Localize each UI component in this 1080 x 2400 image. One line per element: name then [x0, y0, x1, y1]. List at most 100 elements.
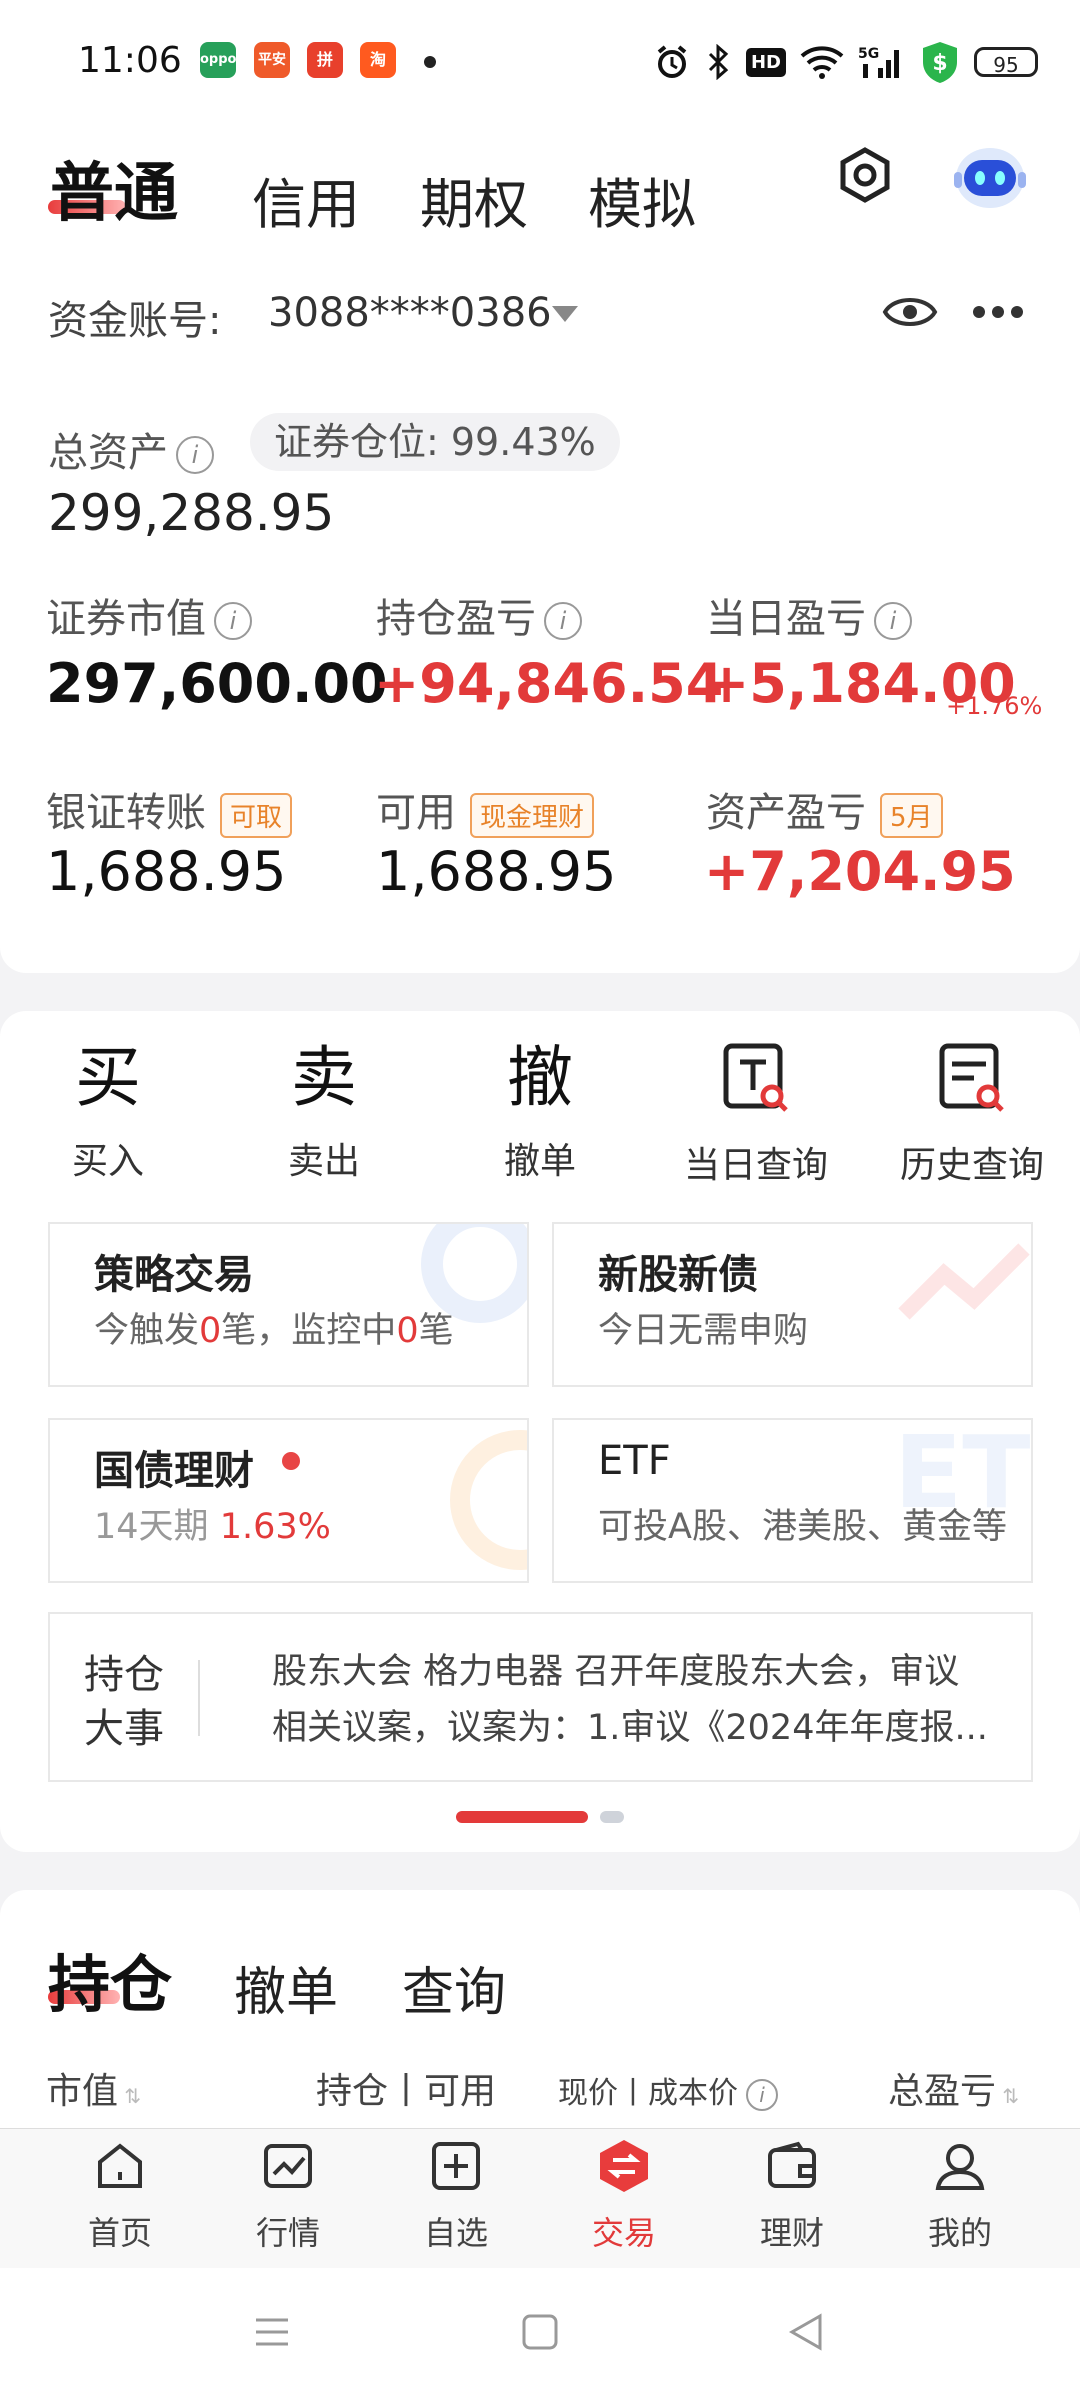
signal-icon: 5G [858, 46, 899, 78]
taobao-app-icon: 淘 [360, 42, 396, 78]
cancel-order-button[interactable]: 撤 撤单 [450, 1038, 630, 1184]
market-value: 297,600.00 [46, 652, 388, 715]
tab-simulation[interactable]: 模拟 [588, 160, 696, 239]
account-number[interactable]: 3088****0386 [268, 290, 552, 336]
treasury-title: 国债理财 [94, 1448, 254, 1494]
nav-home[interactable]: 首页 [50, 2138, 190, 2254]
alarm-icon [657, 45, 687, 78]
hd-icon: HD [745, 47, 786, 77]
strategy-subtitle: 今触发0笔，监控中0笔 [94, 1311, 454, 1351]
price-column-header: 现价丨成本价 i [558, 2068, 778, 2112]
holding-pl-label-row: 持仓盈亏 i [376, 586, 582, 644]
sell-button[interactable]: 卖 卖出 [234, 1038, 414, 1184]
status-bar: 11:06 oppo 平安 拼 淘 HD 5G $ 95 [0, 0, 1080, 120]
available-value: 1,688.95 [376, 840, 617, 903]
market-value-column-header[interactable]: 市值 ⇅ [46, 2062, 141, 2114]
sell-icon: 卖 [291, 1039, 357, 1116]
info-icon[interactable]: i [176, 436, 214, 474]
pinduoduo-app-icon: 拼 [307, 42, 343, 78]
holding-pl-value: +94,846.54 [374, 652, 724, 715]
market-value-label: 证券市值 [46, 596, 206, 642]
event-text: 股东大会 格力电器 召开年度股东大会，审议 相关议案，议案为：1.审议《2024年… [272, 1652, 988, 1748]
market-value-label-row: 证券市值 i [46, 586, 252, 644]
svg-text:5G: 5G [858, 46, 879, 62]
position-pill[interactable]: 证券仓位: 99.43% [250, 413, 620, 471]
tab-cancel-orders[interactable]: 撤单 [234, 1950, 338, 2025]
daily-query-icon [723, 1043, 788, 1112]
nav-profile[interactable]: 我的 [890, 2138, 1030, 2254]
ipo-subtitle: 今日无需申购 [598, 1311, 809, 1351]
buy-button[interactable]: 买 买入 [18, 1038, 198, 1184]
market-chart-icon [264, 2144, 312, 2188]
tab-holdings[interactable]: 持仓 [48, 1934, 172, 2024]
ipo-title: 新股新债 [598, 1252, 758, 1298]
info-icon[interactable]: i [874, 602, 912, 640]
month-tag: 5月 [880, 792, 943, 838]
cancel-order-icon: 撤 [507, 1039, 573, 1116]
eye-icon[interactable] [882, 288, 938, 336]
asset-pl-label-row[interactable]: 资产盈亏 5月 [706, 780, 943, 838]
sell-label: 卖出 [287, 1141, 360, 1182]
asset-pl-label: 资产盈亏 [706, 790, 866, 836]
event-label: 持仓 大事 [84, 1652, 164, 1752]
account-label: 资金账号: [48, 298, 222, 344]
bluetooth-icon [708, 44, 729, 80]
available-label: 可用 [376, 790, 456, 836]
settings-icon[interactable] [836, 146, 894, 204]
system-navigation-bar [0, 2268, 1080, 2400]
transfer-label-row[interactable]: 银证转账 可取 [46, 780, 293, 838]
tab-options[interactable]: 期权 [420, 160, 528, 239]
position-column-header: 持仓丨可用 [316, 2071, 497, 2112]
nav-trade[interactable]: 交易 [554, 2138, 694, 2254]
account-dropdown-icon[interactable] [552, 306, 578, 322]
total-pl-column-header[interactable]: 总盈亏 ⇅ [888, 2062, 1019, 2114]
info-icon[interactable]: i [214, 602, 252, 640]
nav-watchlist[interactable]: 自选 [386, 2138, 526, 2254]
status-icons: HD 5G $ 95 [654, 40, 1038, 84]
wifi-icon [800, 46, 844, 79]
battery-indicator: 95 [974, 47, 1038, 77]
carousel-indicator[interactable] [600, 1811, 624, 1823]
daily-query-label: 当日查询 [683, 1145, 828, 1186]
carousel-indicator-active [456, 1811, 588, 1823]
buy-icon: 买 [75, 1039, 141, 1116]
total-assets-label-row: 总资产 i [48, 420, 214, 478]
etf-card[interactable]: ETF ETF 可投A股、港美股、黄金等 [552, 1418, 1033, 1583]
history-query-label: 历史查询 [899, 1145, 1044, 1186]
tab-query[interactable]: 查询 [402, 1950, 506, 2025]
home-button-icon[interactable] [520, 2312, 560, 2352]
ipo-card[interactable]: 新股新债 今日无需申购 [552, 1222, 1033, 1387]
tab-normal[interactable]: 普通 [50, 142, 178, 234]
asset-pl-value: +7,204.95 [704, 840, 1016, 903]
tab-credit[interactable]: 信用 [252, 160, 360, 239]
strategy-trading-card[interactable]: 策略交易 今触发0笔，监控中0笔 [48, 1222, 529, 1387]
daily-query-button[interactable]: 当日查询 [666, 1038, 846, 1188]
available-label-row[interactable]: 可用 现金理财 [376, 780, 595, 838]
wallet-icon [768, 2141, 816, 2188]
more-icon[interactable] [972, 302, 1024, 322]
history-query-button[interactable]: 历史查询 [882, 1038, 1062, 1188]
strategy-title: 策略交易 [94, 1252, 254, 1298]
nav-market[interactable]: 行情 [218, 2138, 358, 2254]
menu-icon[interactable] [252, 2312, 292, 2352]
robot-assistant-icon[interactable] [950, 138, 1030, 214]
nav-wealth[interactable]: 理财 [722, 2138, 862, 2254]
pingan-app-icon: 平安 [254, 42, 290, 78]
add-watchlist-icon [432, 2142, 480, 2190]
withdrawable-tag: 可取 [220, 792, 293, 838]
holdings-event-card[interactable]: 持仓 大事 股东大会 格力电器 召开年度股东大会，审议 相关议案，议案为：1.审议《… [48, 1612, 1033, 1782]
treasury-card[interactable]: 国债理财 14天期 1.63% [48, 1418, 529, 1583]
security-shield-icon: $ [923, 42, 957, 83]
back-icon[interactable] [786, 2312, 826, 2352]
etf-title: ETF [598, 1438, 671, 1484]
svg-text:$: $ [932, 51, 947, 76]
home-icon [98, 2143, 142, 2188]
notification-dot [282, 1452, 300, 1470]
total-assets-value: 299,288.95 [48, 484, 335, 542]
buy-label: 买入 [71, 1141, 144, 1182]
more-notifications-dot [424, 56, 436, 68]
etf-subtitle: 可投A股、港美股、黄金等 [598, 1507, 1007, 1547]
treasury-watermark-icon [450, 1430, 527, 1570]
info-icon[interactable]: i [746, 2078, 778, 2111]
info-icon[interactable]: i [544, 602, 582, 640]
